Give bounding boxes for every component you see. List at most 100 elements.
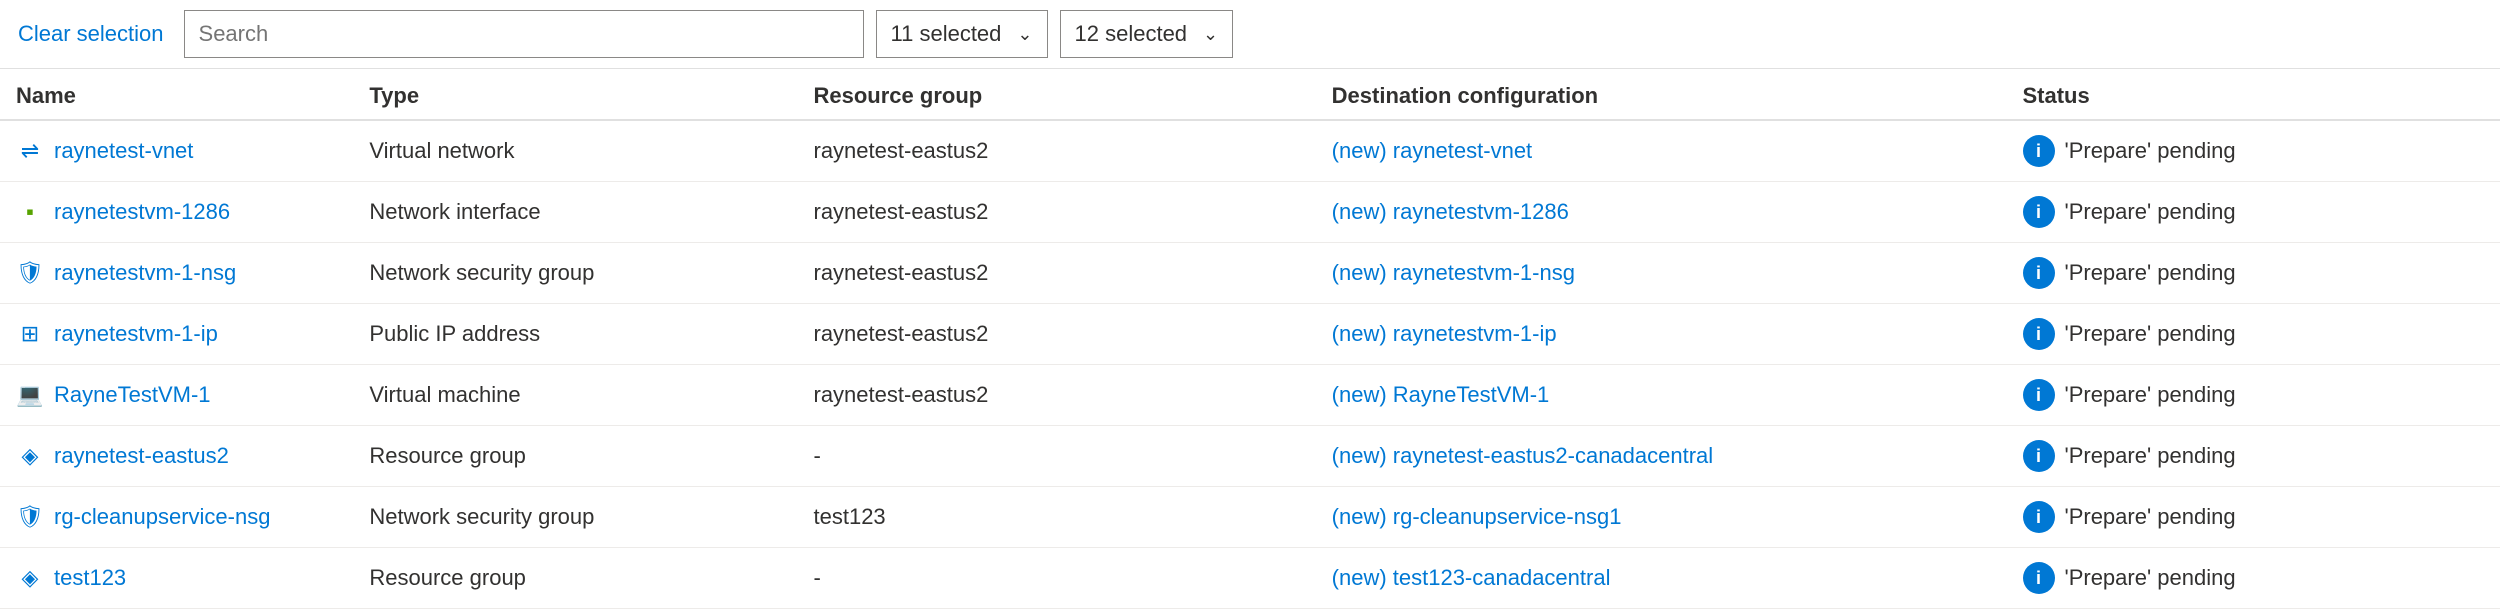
- cell-status-5: i 'Prepare' pending: [2007, 426, 2500, 487]
- dest-config-link-1[interactable]: (new) raynetestvm-1286: [1332, 199, 1569, 224]
- cell-name-6: 🛡 rg-cleanupservice-nsg: [0, 487, 353, 548]
- resource-name-link-3[interactable]: ⊞ raynetestvm-1-ip: [16, 320, 337, 348]
- cell-type-2: Network security group: [353, 243, 797, 304]
- cell-rg-2: raynetest-eastus2: [798, 243, 1316, 304]
- search-input[interactable]: [184, 10, 864, 58]
- status-cell-1: i 'Prepare' pending: [2023, 196, 2485, 228]
- filter1-dropdown[interactable]: 11 selected ⌄: [876, 10, 1048, 58]
- cell-rg-4: raynetest-eastus2: [798, 365, 1316, 426]
- public-ip-icon: ⊞: [16, 320, 44, 348]
- dest-config-link-5[interactable]: (new) raynetest-eastus2-canadacentral: [1332, 443, 1714, 468]
- resource-name-text-5[interactable]: raynetest-eastus2: [54, 443, 229, 469]
- cell-status-4: i 'Prepare' pending: [2007, 365, 2500, 426]
- dest-config-link-3[interactable]: (new) raynetestvm-1-ip: [1332, 321, 1557, 346]
- cell-type-6: Network security group: [353, 487, 797, 548]
- resources-table: Name Type Resource group Destination con…: [0, 69, 2500, 609]
- status-text-2: 'Prepare' pending: [2065, 260, 2236, 286]
- info-icon-3[interactable]: i: [2023, 318, 2055, 350]
- cell-name-4: 💻 RayneTestVM-1: [0, 365, 353, 426]
- filter2-label: 12 selected: [1075, 21, 1188, 47]
- clear-selection-button[interactable]: Clear selection: [10, 15, 172, 53]
- col-header-name: Name: [0, 69, 353, 120]
- dest-config-link-0[interactable]: (new) raynetest-vnet: [1332, 138, 1533, 163]
- filter2-chevron-icon: ⌄: [1203, 24, 1218, 45]
- toolbar: Clear selection 11 selected ⌄ 12 selecte…: [0, 0, 2500, 69]
- cell-name-2: 🛡 raynetestvm-1-nsg: [0, 243, 353, 304]
- status-cell-6: i 'Prepare' pending: [2023, 501, 2485, 533]
- cell-status-1: i 'Prepare' pending: [2007, 182, 2500, 243]
- status-cell-5: i 'Prepare' pending: [2023, 440, 2485, 472]
- info-icon-7[interactable]: i: [2023, 562, 2055, 594]
- resource-name-link-5[interactable]: ◈ raynetest-eastus2: [16, 442, 337, 470]
- col-header-status: Status: [2007, 69, 2500, 120]
- network-security-group-icon: 🛡: [16, 259, 44, 287]
- cell-type-5: Resource group: [353, 426, 797, 487]
- cell-rg-0: raynetest-eastus2: [798, 120, 1316, 182]
- cell-name-5: ◈ raynetest-eastus2: [0, 426, 353, 487]
- resource-name-text-7[interactable]: test123: [54, 565, 126, 591]
- filter2-dropdown[interactable]: 12 selected ⌄: [1060, 10, 1234, 58]
- filter1-label: 11 selected: [891, 21, 1002, 47]
- resource-name-link-0[interactable]: ⇌ raynetest-vnet: [16, 137, 337, 165]
- network-security-group-icon2: 🛡: [16, 503, 44, 531]
- cell-type-1: Network interface: [353, 182, 797, 243]
- resource-name-text-6[interactable]: rg-cleanupservice-nsg: [54, 504, 270, 530]
- cell-type-3: Public IP address: [353, 304, 797, 365]
- dest-config-link-4[interactable]: (new) RayneTestVM-1: [1332, 382, 1550, 407]
- resource-name-link-7[interactable]: ◈ test123: [16, 564, 337, 592]
- resource-name-link-6[interactable]: 🛡 rg-cleanupservice-nsg: [16, 503, 337, 531]
- virtual-machine-icon: 💻: [16, 381, 44, 409]
- resource-name-link-4[interactable]: 💻 RayneTestVM-1: [16, 381, 337, 409]
- info-icon-0[interactable]: i: [2023, 135, 2055, 167]
- status-text-5: 'Prepare' pending: [2065, 443, 2236, 469]
- cell-type-4: Virtual machine: [353, 365, 797, 426]
- resource-name-text-4[interactable]: RayneTestVM-1: [54, 382, 211, 408]
- resource-name-link-2[interactable]: 🛡 raynetestvm-1-nsg: [16, 259, 337, 287]
- col-header-type: Type: [353, 69, 797, 120]
- cell-rg-3: raynetest-eastus2: [798, 304, 1316, 365]
- cell-dest-0: (new) raynetest-vnet: [1316, 120, 2007, 182]
- table-row: ◈ test123 Resource group - (new) test123…: [0, 548, 2500, 609]
- dest-config-link-7[interactable]: (new) test123-canadacentral: [1332, 565, 1611, 590]
- status-cell-2: i 'Prepare' pending: [2023, 257, 2485, 289]
- cell-status-2: i 'Prepare' pending: [2007, 243, 2500, 304]
- cell-status-6: i 'Prepare' pending: [2007, 487, 2500, 548]
- info-icon-2[interactable]: i: [2023, 257, 2055, 289]
- resource-name-link-1[interactable]: ▪ raynetestvm-1286: [16, 198, 337, 226]
- resource-name-text-2[interactable]: raynetestvm-1-nsg: [54, 260, 236, 286]
- info-icon-5[interactable]: i: [2023, 440, 2055, 472]
- resource-name-text-3[interactable]: raynetestvm-1-ip: [54, 321, 218, 347]
- dest-config-link-6[interactable]: (new) rg-cleanupservice-nsg1: [1332, 504, 1622, 529]
- cell-dest-2: (new) raynetestvm-1-nsg: [1316, 243, 2007, 304]
- cell-dest-7: (new) test123-canadacentral: [1316, 548, 2007, 609]
- dest-config-link-2[interactable]: (new) raynetestvm-1-nsg: [1332, 260, 1575, 285]
- cell-name-7: ◈ test123: [0, 548, 353, 609]
- cell-status-7: i 'Prepare' pending: [2007, 548, 2500, 609]
- info-icon-6[interactable]: i: [2023, 501, 2055, 533]
- filter1-chevron-icon: ⌄: [1017, 24, 1032, 45]
- status-text-3: 'Prepare' pending: [2065, 321, 2236, 347]
- info-icon-4[interactable]: i: [2023, 379, 2055, 411]
- resource-name-text-0[interactable]: raynetest-vnet: [54, 138, 193, 164]
- cell-type-0: Virtual network: [353, 120, 797, 182]
- resources-table-container: Name Type Resource group Destination con…: [0, 69, 2500, 609]
- info-icon-1[interactable]: i: [2023, 196, 2055, 228]
- cell-dest-6: (new) rg-cleanupservice-nsg1: [1316, 487, 2007, 548]
- table-row: 💻 RayneTestVM-1 Virtual machine raynetes…: [0, 365, 2500, 426]
- resource-group-icon2: ◈: [16, 564, 44, 592]
- resource-name-text-1[interactable]: raynetestvm-1286: [54, 199, 230, 225]
- cell-dest-5: (new) raynetest-eastus2-canadacentral: [1316, 426, 2007, 487]
- cell-rg-5: -: [798, 426, 1316, 487]
- table-row: ⊞ raynetestvm-1-ip Public IP address ray…: [0, 304, 2500, 365]
- cell-rg-7: -: [798, 548, 1316, 609]
- table-row: 🛡 rg-cleanupservice-nsg Network security…: [0, 487, 2500, 548]
- cell-status-0: i 'Prepare' pending: [2007, 120, 2500, 182]
- virtual-network-icon: ⇌: [16, 137, 44, 165]
- table-row: ⇌ raynetest-vnet Virtual network raynete…: [0, 120, 2500, 182]
- cell-name-3: ⊞ raynetestvm-1-ip: [0, 304, 353, 365]
- cell-dest-1: (new) raynetestvm-1286: [1316, 182, 2007, 243]
- cell-name-1: ▪ raynetestvm-1286: [0, 182, 353, 243]
- cell-rg-1: raynetest-eastus2: [798, 182, 1316, 243]
- resource-group-icon: ◈: [16, 442, 44, 470]
- table-header-row: Name Type Resource group Destination con…: [0, 69, 2500, 120]
